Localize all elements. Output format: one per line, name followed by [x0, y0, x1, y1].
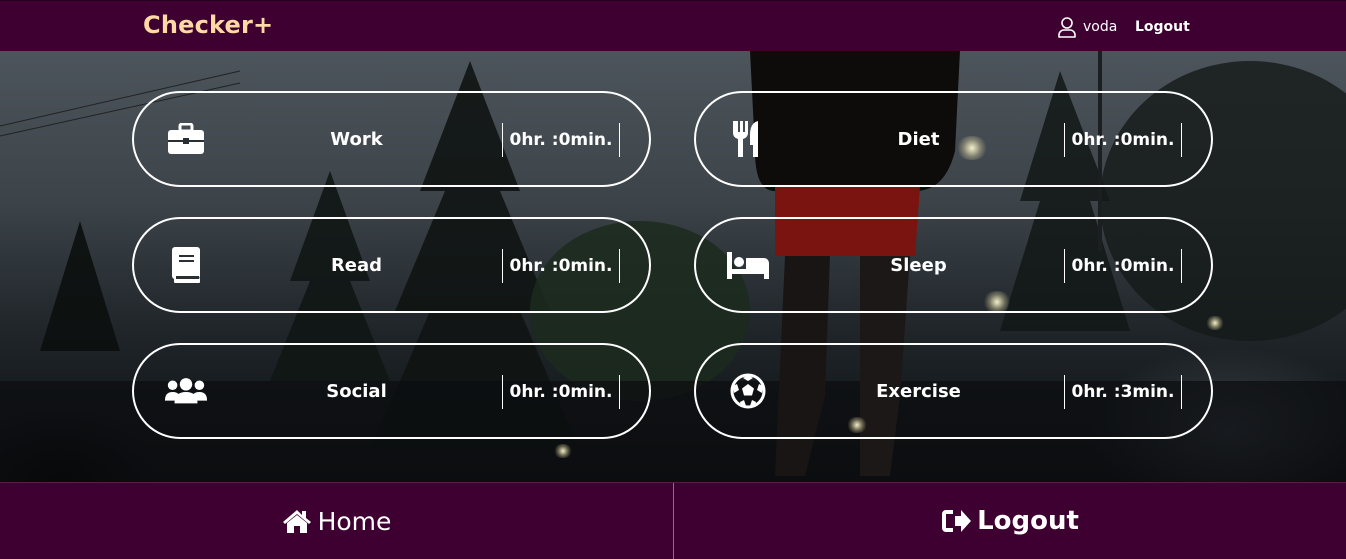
footer-nav: Home Logout: [0, 482, 1346, 559]
activity-label: Diet: [897, 129, 940, 150]
activity-label: Exercise: [876, 381, 961, 402]
briefcase-icon: [164, 121, 208, 157]
brand-logo[interactable]: Checker+: [143, 11, 273, 39]
activity-time: 0hr. :3min.: [1064, 375, 1182, 409]
activity-card-read[interactable]: Read 0hr. :0min.: [132, 217, 651, 313]
activity-time: 0hr. :0min.: [502, 249, 620, 283]
users-icon: [164, 373, 208, 409]
activity-card-work[interactable]: Work 0hr. :0min.: [132, 91, 651, 187]
user-menu[interactable]: voda: [1057, 15, 1117, 39]
footer-logout-button[interactable]: Logout: [673, 483, 1346, 559]
home-icon: [282, 510, 311, 533]
footer-home-button[interactable]: Home: [0, 483, 673, 559]
nav-logout-link[interactable]: Logout: [1135, 19, 1190, 35]
street-light: [553, 444, 573, 458]
user-icon: [1058, 17, 1076, 38]
activity-card-sleep[interactable]: Sleep 0hr. :0min.: [694, 217, 1213, 313]
username: voda: [1083, 19, 1118, 35]
book-icon: [164, 247, 208, 283]
soccer-ball-icon: [726, 373, 770, 409]
activity-label: Read: [330, 255, 383, 276]
activity-card-social[interactable]: Social 0hr. :0min.: [132, 343, 651, 439]
top-navbar: Checker+ voda Logout: [0, 0, 1346, 51]
footer-home-label: Home: [317, 506, 392, 536]
activity-card-exercise[interactable]: Exercise 0hr. :3min.: [694, 343, 1213, 439]
bed-icon: [726, 247, 770, 283]
activity-label: Sleep: [890, 255, 947, 276]
activity-time: 0hr. :0min.: [502, 123, 620, 157]
activity-card-diet[interactable]: Diet 0hr. :0min.: [694, 91, 1213, 187]
activity-time: 0hr. :0min.: [1064, 249, 1182, 283]
hero-background: Work 0hr. :0min. Diet 0hr. :0min. Read 0…: [0, 51, 1346, 482]
activity-time: 0hr. :0min.: [502, 375, 620, 409]
street-light: [1205, 316, 1225, 330]
activity-time: 0hr. :0min.: [1064, 123, 1182, 157]
activity-label: Social: [326, 381, 387, 402]
activity-label: Work: [330, 129, 383, 150]
utensils-icon: [726, 121, 770, 157]
sign-out-icon: [942, 510, 972, 532]
footer-logout-label: Logout: [977, 506, 1079, 536]
